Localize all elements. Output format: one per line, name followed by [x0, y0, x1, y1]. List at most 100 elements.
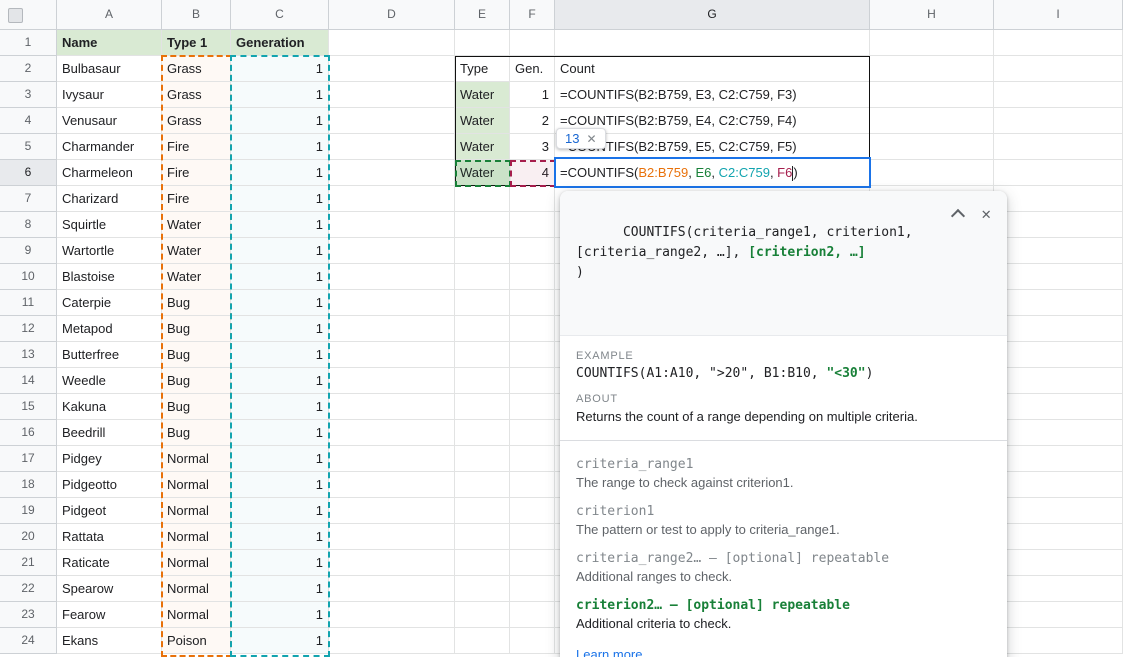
cell-F2[interactable]: Gen.	[510, 56, 555, 82]
cell-H6[interactable]	[870, 160, 994, 186]
cell-B10[interactable]: Water	[162, 264, 231, 290]
cell-G2[interactable]: Count	[555, 56, 870, 82]
cell-A2[interactable]: Bulbasaur	[57, 56, 162, 82]
cell-C2[interactable]: 1	[231, 56, 329, 82]
row-header-8[interactable]: 8	[0, 212, 57, 238]
cell-A18[interactable]: Pidgeotto	[57, 472, 162, 498]
cell-A12[interactable]: Metapod	[57, 316, 162, 342]
cell-A20[interactable]: Rattata	[57, 524, 162, 550]
cell-C15[interactable]: 1	[231, 394, 329, 420]
cell-A19[interactable]: Pidgeot	[57, 498, 162, 524]
cell-A16[interactable]: Beedrill	[57, 420, 162, 446]
cell-I11[interactable]	[994, 290, 1123, 316]
column-header-G[interactable]: G	[555, 0, 870, 30]
cell-B21[interactable]: Normal	[162, 550, 231, 576]
cell-F10[interactable]	[510, 264, 555, 290]
row-header-23[interactable]: 23	[0, 602, 57, 628]
cell-G1[interactable]	[555, 30, 870, 56]
row-header-9[interactable]: 9	[0, 238, 57, 264]
cell-B22[interactable]: Normal	[162, 576, 231, 602]
cell-D16[interactable]	[329, 420, 455, 446]
cell-D4[interactable]	[329, 108, 455, 134]
cell-A13[interactable]: Butterfree	[57, 342, 162, 368]
select-all-corner[interactable]	[0, 0, 57, 30]
column-header-C[interactable]: C	[231, 0, 329, 30]
cell-A8[interactable]: Squirtle	[57, 212, 162, 238]
cell-I14[interactable]	[994, 368, 1123, 394]
cell-B3[interactable]: Grass	[162, 82, 231, 108]
cell-A23[interactable]: Fearow	[57, 602, 162, 628]
cell-I10[interactable]	[994, 264, 1123, 290]
column-header-F[interactable]: F	[510, 0, 555, 30]
cell-F20[interactable]	[510, 524, 555, 550]
cell-I2[interactable]	[994, 56, 1123, 82]
cell-E2[interactable]: Type	[455, 56, 510, 82]
close-icon[interactable]: ✕	[981, 206, 991, 222]
cell-I16[interactable]	[994, 420, 1123, 446]
cell-H5[interactable]	[870, 134, 994, 160]
cell-B7[interactable]: Fire	[162, 186, 231, 212]
cell-D20[interactable]	[329, 524, 455, 550]
row-header-4[interactable]: 4	[0, 108, 57, 134]
cell-A9[interactable]: Wartortle	[57, 238, 162, 264]
cell-A3[interactable]: Ivysaur	[57, 82, 162, 108]
cell-I12[interactable]	[994, 316, 1123, 342]
cell-E10[interactable]	[455, 264, 510, 290]
cell-D5[interactable]	[329, 134, 455, 160]
column-header-D[interactable]: D	[329, 0, 455, 30]
cell-F8[interactable]	[510, 212, 555, 238]
cell-B23[interactable]: Normal	[162, 602, 231, 628]
row-header-24[interactable]: 24	[0, 628, 57, 654]
cell-D11[interactable]	[329, 290, 455, 316]
cell-I15[interactable]	[994, 394, 1123, 420]
cell-C12[interactable]: 1	[231, 316, 329, 342]
row-header-1[interactable]: 1	[0, 30, 57, 56]
cell-C5[interactable]: 1	[231, 134, 329, 160]
cell-C22[interactable]: 1	[231, 576, 329, 602]
cell-A4[interactable]: Venusaur	[57, 108, 162, 134]
row-header-21[interactable]: 21	[0, 550, 57, 576]
cell-I9[interactable]	[994, 238, 1123, 264]
cell-E12[interactable]	[455, 316, 510, 342]
cell-E14[interactable]	[455, 368, 510, 394]
cell-B18[interactable]: Normal	[162, 472, 231, 498]
cell-D6[interactable]	[329, 160, 455, 186]
cell-C10[interactable]: 1	[231, 264, 329, 290]
cell-F19[interactable]	[510, 498, 555, 524]
cell-A24[interactable]: Ekans	[57, 628, 162, 654]
cell-C8[interactable]: 1	[231, 212, 329, 238]
cell-C6[interactable]: 1	[231, 160, 329, 186]
cell-C19[interactable]: 1	[231, 498, 329, 524]
cell-E3[interactable]: Water	[455, 82, 510, 108]
cell-I13[interactable]	[994, 342, 1123, 368]
cell-E9[interactable]	[455, 238, 510, 264]
cell-E13[interactable]	[455, 342, 510, 368]
cell-A17[interactable]: Pidgey	[57, 446, 162, 472]
cell-D15[interactable]	[329, 394, 455, 420]
cell-D22[interactable]	[329, 576, 455, 602]
cell-H3[interactable]	[870, 82, 994, 108]
cell-H2[interactable]	[870, 56, 994, 82]
cell-D18[interactable]	[329, 472, 455, 498]
cell-E7[interactable]	[455, 186, 510, 212]
row-header-15[interactable]: 15	[0, 394, 57, 420]
row-header-12[interactable]: 12	[0, 316, 57, 342]
column-header-A[interactable]: A	[57, 0, 162, 30]
cell-F9[interactable]	[510, 238, 555, 264]
cell-E23[interactable]	[455, 602, 510, 628]
row-header-3[interactable]: 3	[0, 82, 57, 108]
cell-C17[interactable]: 1	[231, 446, 329, 472]
cell-E16[interactable]	[455, 420, 510, 446]
cell-F6[interactable]: 4	[510, 160, 555, 186]
cell-B11[interactable]: Bug	[162, 290, 231, 316]
column-header-I[interactable]: I	[994, 0, 1123, 30]
cell-C18[interactable]: 1	[231, 472, 329, 498]
cell-I18[interactable]	[994, 472, 1123, 498]
cell-I1[interactable]	[994, 30, 1123, 56]
row-header-2[interactable]: 2	[0, 56, 57, 82]
cell-B13[interactable]: Bug	[162, 342, 231, 368]
cell-I6[interactable]	[994, 160, 1123, 186]
cell-F12[interactable]	[510, 316, 555, 342]
row-header-19[interactable]: 19	[0, 498, 57, 524]
cell-B19[interactable]: Normal	[162, 498, 231, 524]
